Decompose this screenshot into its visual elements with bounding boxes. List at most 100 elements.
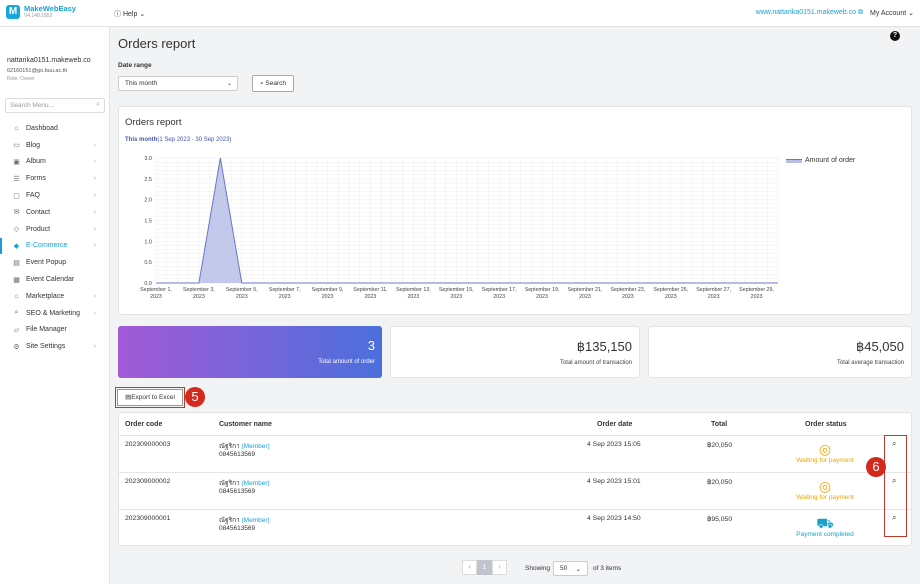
x-tick-label: September 13, 2023: [396, 287, 431, 300]
help-menu[interactable]: ⓘ Help ⌄: [114, 9, 145, 19]
order-date: 4 Sep 2023 15:05: [587, 441, 641, 448]
sidebar-item-event-popup[interactable]: ▤ Event Popup: [0, 254, 110, 271]
sidebar-item-product[interactable]: ◇ Product ›: [0, 221, 110, 238]
sidebar: nattarika0151.makeweb.co 62160151@go.buu…: [0, 27, 110, 584]
chevron-right-icon: ›: [93, 309, 96, 317]
sidebar-item-faq[interactable]: ▢ FAQ ›: [0, 187, 110, 204]
tag-icon: ◆: [13, 242, 20, 250]
per-page-select[interactable]: 50 ⌄: [553, 561, 588, 576]
site-link[interactable]: www.nattarika0151.makeweb.co ⧉: [756, 9, 863, 17]
sidebar-item-label: E-Commerce: [26, 242, 68, 250]
next-page-button[interactable]: ›: [492, 560, 507, 575]
x-tick-label: September 19, 2023: [525, 287, 560, 300]
legend-swatch: [786, 158, 802, 163]
wallet-icon: ◎: [818, 441, 832, 457]
sidebar-item-seo-marketing[interactable]: ⌕ SEO & Marketing ›: [0, 305, 110, 322]
y-tick-label: 1.0: [144, 239, 152, 245]
search-menu-input[interactable]: Search Menu... ⌕: [5, 98, 105, 113]
home-icon: ⌂: [14, 124, 19, 132]
sidebar-item-marketplace[interactable]: ⌂ Marketplace ›: [0, 288, 110, 305]
chevron-down-icon: ⌄: [139, 11, 146, 18]
view-order-icon[interactable]: ⌕: [892, 513, 896, 523]
sidebar-item-contact[interactable]: ✉ Contact ›: [0, 204, 110, 221]
sidebar-item-site-settings[interactable]: ⚙ Site Settings ›: [0, 338, 110, 355]
sidebar-item-album[interactable]: ▣ Album ›: [0, 154, 110, 171]
sidebar-item-blog[interactable]: ▭ Blog ›: [0, 137, 110, 154]
x-tick-label: September 21, 2023: [568, 287, 603, 300]
faq-icon: ▢: [13, 192, 20, 200]
logo[interactable]: M MakeWebEasy V4.148.1852: [6, 5, 76, 19]
chart-range-dates: (1 Sep 2023 - 30 Sep 2023): [157, 137, 232, 143]
chevron-down-icon: ⌄: [575, 566, 581, 573]
chevron-right-icon: ›: [93, 292, 96, 300]
chart-legend: Amount of order: [786, 157, 855, 164]
forms-icon: ☰: [13, 175, 20, 183]
chart-range: This month(1 Sep 2023 - 30 Sep 2023): [125, 137, 231, 143]
sidebar-item-forms[interactable]: ☰ Forms ›: [0, 170, 110, 187]
status-label: Waiting for payment: [796, 494, 854, 501]
header-order-status: Order status: [805, 421, 847, 428]
user-name: nattarika0151.makeweb.co: [7, 57, 91, 64]
chevron-right-icon: ›: [93, 192, 96, 200]
view-order-icon[interactable]: ⌕: [892, 476, 896, 486]
header-order-date: Order date: [597, 421, 633, 428]
x-tick-label: September 29, 2023: [739, 287, 774, 300]
question-icon[interactable]: ?: [890, 31, 900, 41]
wallet-icon: ◎: [818, 478, 832, 494]
order-code: 202309000002: [125, 478, 171, 485]
search-button-label: Search: [265, 80, 287, 87]
customer-phone: 0845613569: [219, 525, 256, 532]
sidebar-item-label: FAQ: [26, 192, 41, 200]
prev-page-button[interactable]: ‹: [462, 560, 477, 575]
status-label: Waiting for payment: [796, 457, 854, 464]
user-email: 62160151@go.buu.ac.th: [7, 68, 68, 74]
account-menu[interactable]: My Account ⌄: [870, 9, 914, 17]
stat-label: Total average transaction: [836, 360, 904, 366]
header-total: Total: [711, 421, 728, 428]
chevron-right-icon: ›: [93, 225, 96, 233]
annotation-badge: 5: [185, 387, 205, 407]
sidebar-item-e-commerce[interactable]: ◆ E-Commerce ›: [0, 237, 110, 255]
popup-icon: ▤: [13, 259, 20, 267]
sidebar-item-event-calendar[interactable]: ▦ Event Calendar: [0, 271, 110, 288]
top-bar: M MakeWebEasy V4.148.1852 ⓘ Help ⌄ www.n…: [0, 0, 920, 27]
x-tick-label: September 11, 2023: [353, 287, 387, 300]
sidebar-item-label: Album: [26, 158, 46, 166]
sidebar-item-dashboad[interactable]: ⌂ Dashboad: [0, 120, 110, 137]
orders-chart: 3.02.52.01.51.00.50.0September 1, 2023Sep…: [140, 156, 779, 300]
y-tick-label: 2.5: [144, 177, 152, 183]
customer-cell: ณัฐริกา (Member) 0845613569: [219, 441, 270, 458]
gear-icon: ⚙: [13, 343, 20, 351]
chevron-right-icon: ›: [93, 141, 96, 149]
view-order-icon[interactable]: ⌕: [892, 439, 896, 449]
date-range-value: This month: [125, 80, 158, 87]
search-menu-placeholder: Search Menu...: [10, 102, 55, 109]
search-icon: ⌕: [96, 101, 100, 108]
page-button[interactable]: 1: [477, 560, 492, 575]
order-total: ฿20,050: [707, 479, 733, 486]
pagination: ‹ 1 ›: [462, 560, 507, 575]
x-tick-label: September 23, 2023: [610, 287, 645, 300]
search-button[interactable]: ⌕ Search: [252, 75, 294, 92]
sidebar-item-file-manager[interactable]: ▱ File Manager: [0, 322, 110, 339]
chevron-right-icon: ›: [93, 158, 96, 166]
x-tick-label: September 15, 2023: [439, 287, 474, 300]
export-excel-button[interactable]: ▤Export to Excel: [115, 387, 185, 408]
help-icon: ⓘ: [114, 11, 121, 18]
x-tick-label: September 27, 2023: [696, 287, 731, 300]
seo-icon: ⌕: [14, 309, 19, 317]
stat-average-transaction: ฿45,050 Total average transaction: [648, 326, 912, 378]
date-range-select[interactable]: This month ⌄: [118, 76, 238, 91]
chevron-right-icon: ›: [93, 242, 96, 250]
order-status: ◎ Waiting for payment: [785, 478, 865, 501]
total-items-label: of 3 items: [593, 565, 622, 572]
product-icon: ◇: [13, 226, 20, 234]
annotation-badge: 6: [866, 457, 886, 477]
x-tick-label: September 25, 2023: [653, 287, 688, 300]
marketplace-icon: ⌂: [14, 292, 19, 300]
sidebar-item-label: Event Popup: [26, 259, 67, 267]
chevron-down-icon: ⌄: [226, 81, 232, 87]
per-page-value: 50: [560, 565, 568, 572]
export-label: Export to Excel: [131, 394, 175, 401]
external-link-icon: ⧉: [858, 9, 863, 16]
